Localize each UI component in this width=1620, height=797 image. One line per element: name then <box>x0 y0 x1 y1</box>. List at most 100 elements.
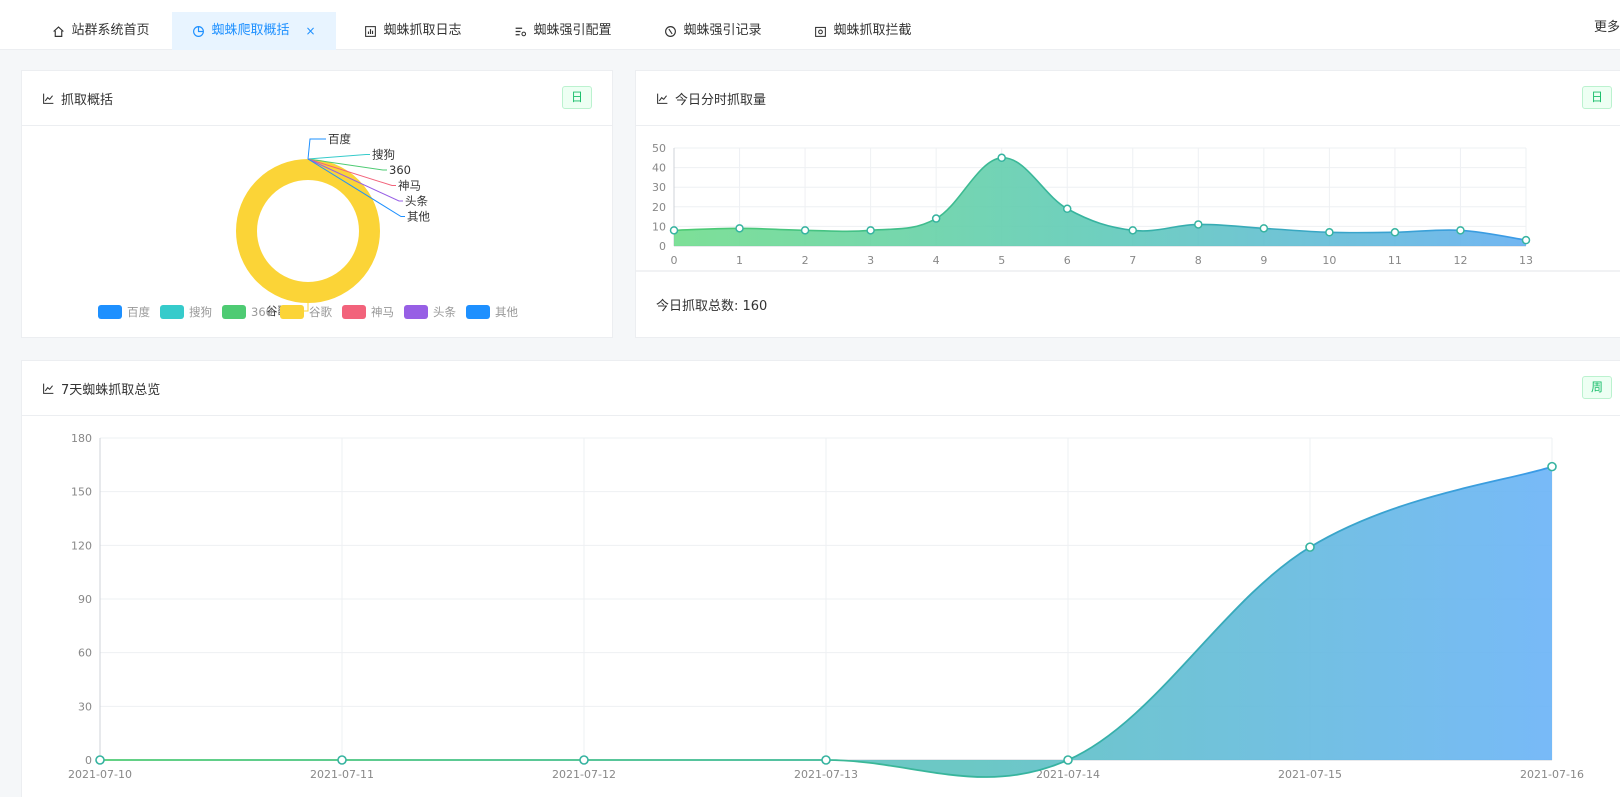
legend-swatch <box>342 305 366 319</box>
legend-label: 360 <box>251 305 273 319</box>
data-point <box>997 153 1006 163</box>
donut-slice-label: 百度 <box>328 132 351 146</box>
legend-item-神马: 神马 <box>342 305 394 319</box>
data-point <box>1259 224 1269 233</box>
y-tick-label: 90 <box>78 593 92 606</box>
donut-slice-label: 头条 <box>405 194 428 208</box>
y-tick-label: 20 <box>652 201 666 214</box>
data-point <box>800 226 810 235</box>
tab-label: 蜘蛛抓取日志 <box>383 23 462 38</box>
legend-swatch <box>222 305 246 319</box>
y-tick-label: 30 <box>78 700 92 713</box>
x-tick-label: 2 <box>802 254 809 267</box>
weekly-crawl-card: 7天蜘蛛抓取总览 周 0 30 60 90 120 150 180 2021-07-10 202… <box>21 360 1620 797</box>
x-tick-label: 2021-07-14 <box>1036 768 1100 781</box>
x-tick-label: 2021-07-11 <box>310 768 374 781</box>
more-tabs-button[interactable]: 更多 <box>1594 16 1620 35</box>
weekly-area-chart: 0 30 60 90 120 150 180 2021-07-10 2021-07-11 2021… <box>68 432 1584 781</box>
legend-item-其他: 其他 <box>466 305 518 319</box>
data-point <box>1128 226 1138 235</box>
x-tick-label: 4 <box>933 254 940 267</box>
x-tick-label: 2021-07-10 <box>68 768 132 781</box>
donut-leader-line <box>307 138 326 160</box>
legend-label: 百度 <box>127 305 150 319</box>
x-tick-label: 7 <box>1129 254 1136 267</box>
crawl-overview-card: 抓取概括 日 百度 搜狗 360 谷歌 神马 头条 其他 百度 搜狗 360 谷歌 神马 头条 其他 <box>21 70 613 338</box>
legend-swatch <box>404 305 428 319</box>
x-tick-label: 2021-07-12 <box>552 768 616 781</box>
tab-spider-overview[interactable]: 蜘蛛爬取概括 × <box>172 12 336 50</box>
legend-label: 其他 <box>495 305 518 319</box>
legend-item-头条: 头条 <box>404 305 456 319</box>
x-tick-label: 1 <box>736 254 743 267</box>
legend-swatch <box>280 305 304 319</box>
tab-label: 蜘蛛强引配置 <box>533 23 612 38</box>
data-point <box>1456 226 1465 235</box>
hourly-crawl-card: 今日分时抓取量 日 0 10 20 30 40 50 0 1 2 3 4 5 6 7 8 9 10 11 12 13 … <box>635 70 1620 338</box>
data-point <box>735 224 744 233</box>
data-point <box>1194 220 1203 229</box>
data-point <box>95 755 105 765</box>
legend-label: 头条 <box>433 305 456 319</box>
x-tick-label: 3 <box>867 254 874 267</box>
hourly-area-chart: 010203040500 1 2 3 4 5 6 7 8 9 10 11 12 13 <box>636 142 1620 272</box>
tab-spider-intercept[interactable]: 蜘蛛抓取拦截 <box>800 12 926 50</box>
x-tick-label: 0 <box>671 254 678 267</box>
y-tick-label: 0 <box>85 754 92 767</box>
x-tick-label: 2021-07-15 <box>1278 768 1342 781</box>
photo-icon <box>815 26 827 37</box>
data-point <box>1062 204 1072 214</box>
tab-spider-guide-config[interactable]: 蜘蛛强引配置 <box>500 12 626 50</box>
tab-spider-guide-record[interactable]: 蜘蛛强引记录 <box>650 12 776 50</box>
settings-list-icon <box>516 27 527 36</box>
tab-label: 站群系统首页 <box>71 23 150 38</box>
tab-label: 蜘蛛强引记录 <box>683 23 762 38</box>
x-tick-label: 11 <box>1388 254 1402 267</box>
data-point <box>337 755 347 765</box>
data-point <box>1305 542 1315 552</box>
tab-spider-log[interactable]: 蜘蛛抓取日志 <box>350 12 476 50</box>
home-icon <box>53 25 65 37</box>
x-tick-label: 6 <box>1064 254 1071 267</box>
donut-chart: 百度搜狗360谷歌神马头条其他百度 搜狗 360 谷歌 神马 头条 其他 <box>98 132 518 319</box>
legend-swatch <box>160 305 184 319</box>
data-point <box>1063 755 1073 765</box>
data-point <box>931 214 941 223</box>
data-point <box>669 226 679 235</box>
x-tick-label: 10 <box>1322 254 1336 267</box>
y-tick-label: 60 <box>78 647 92 660</box>
donut-slice-label: 神马 <box>398 179 421 193</box>
legend-label: 谷歌 <box>309 305 332 319</box>
x-tick-label: 5 <box>998 254 1005 267</box>
y-tick-label: 150 <box>71 486 92 499</box>
data-point <box>866 226 875 235</box>
tab-site-home[interactable]: 站群系统首页 <box>30 12 172 50</box>
y-tick-label: 40 <box>652 162 666 175</box>
donut-slice-label: 360 <box>389 163 411 177</box>
y-tick-label: 50 <box>652 142 666 155</box>
data-point <box>1521 235 1531 245</box>
legend-swatch <box>98 305 122 319</box>
donut-leader-line <box>307 154 370 160</box>
x-tick-label: 9 <box>1260 254 1267 267</box>
donut-slice-label: 其他 <box>407 210 430 224</box>
legend-label: 搜狗 <box>189 305 212 319</box>
legend-item-百度: 百度 <box>98 305 150 319</box>
y-tick-label: 10 <box>652 220 666 233</box>
legend-item-搜狗: 搜狗 <box>160 305 212 319</box>
x-tick-label: 13 <box>1519 254 1533 267</box>
pie-chart-icon <box>193 25 205 37</box>
tab-label: 蜘蛛爬取概括 <box>211 23 290 38</box>
close-icon[interactable]: × <box>305 11 315 51</box>
y-tick-label: 0 <box>659 240 666 253</box>
y-tick-label: 30 <box>652 181 666 194</box>
y-tick-label: 120 <box>71 539 92 552</box>
legend-swatch <box>466 305 490 319</box>
data-point <box>1325 228 1334 237</box>
x-tick-label: 2021-07-16 <box>1520 768 1584 781</box>
today-total-label: 今日抓取总数: 160 <box>656 299 768 314</box>
x-tick-label: 12 <box>1453 254 1467 267</box>
tab-bar: 站群系统首页 蜘蛛爬取概括 × 蜘蛛抓取日志 蜘蛛强引配置 蜘蛛强引记录 蜘蛛抓… <box>0 0 1620 50</box>
tab-label: 蜘蛛抓取拦截 <box>833 23 912 38</box>
data-point <box>1390 228 1400 237</box>
